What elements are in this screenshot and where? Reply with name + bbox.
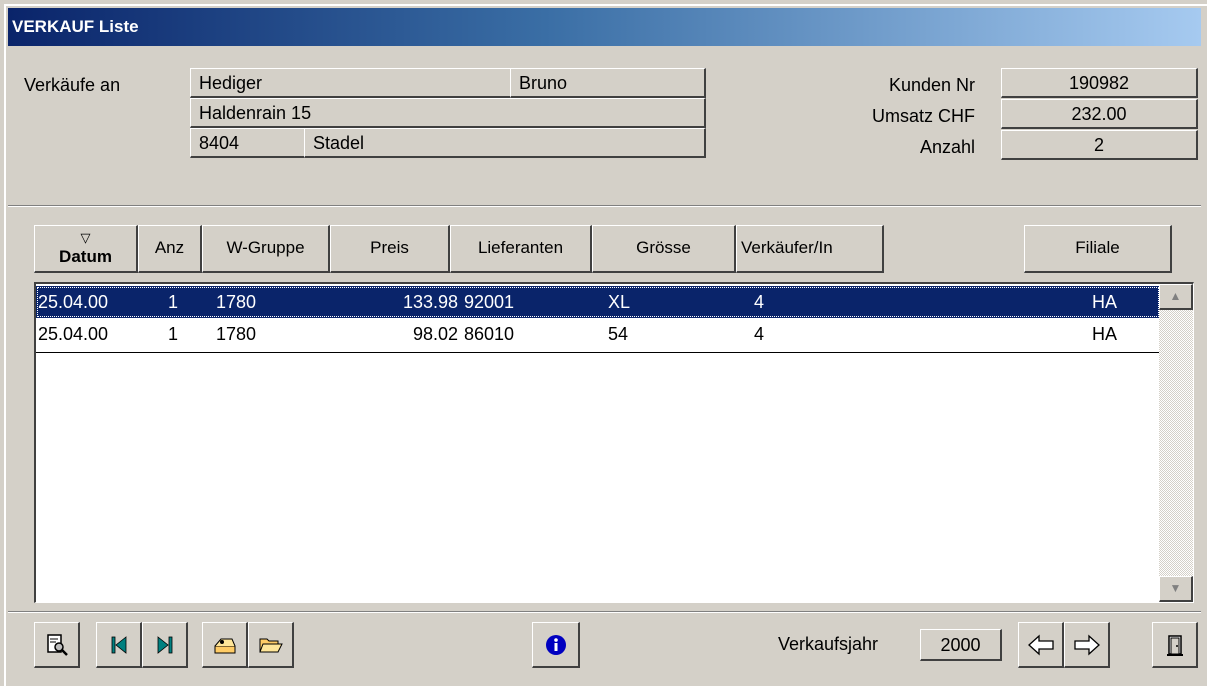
vertical-scrollbar[interactable]: ▲ ▼ — [1159, 284, 1193, 602]
prev-year-button[interactable] — [1018, 622, 1064, 668]
zip-field[interactable]: 8404 — [190, 128, 306, 158]
scroll-up-icon[interactable]: ▲ — [1159, 284, 1193, 310]
cell-filiale: HA — [1092, 324, 1118, 344]
column-header-preis[interactable]: Preis — [330, 225, 450, 273]
verkaeufe-an-label: Verkäufe an — [24, 75, 121, 95]
column-header-wgruppe[interactable]: W-Gruppe — [202, 225, 330, 273]
next-year-icon — [1073, 634, 1100, 655]
kunden-nr-field[interactable]: 190982 — [1001, 68, 1198, 98]
column-header-datum[interactable]: ▽ Datum — [34, 225, 138, 273]
column-header-lieferanten[interactable]: Lieferanten — [450, 225, 592, 273]
open-folder-icon — [258, 638, 283, 652]
city-field[interactable]: Stadel — [304, 128, 706, 158]
first-name-field[interactable]: Bruno — [510, 68, 706, 98]
cell-preis: 133.98 — [402, 292, 458, 312]
umsatz-field[interactable]: 232.00 — [1001, 99, 1198, 129]
cell-wgruppe: 1780 — [216, 324, 257, 344]
exit-button[interactable] — [1152, 622, 1198, 668]
cell-verkaeufer: 4 — [754, 292, 765, 312]
info-icon — [545, 634, 566, 655]
cell-groesse: 54 — [608, 324, 629, 344]
next-year-button[interactable] — [1064, 622, 1110, 668]
verkaufsjahr-label: Verkaufsjahr — [778, 634, 879, 654]
last-name-field[interactable]: Hediger — [190, 68, 513, 98]
cell-preis: 98.02 — [412, 324, 458, 344]
info-button[interactable] — [532, 622, 580, 668]
last-record-button[interactable] — [142, 622, 188, 668]
column-header-filiale[interactable]: Filiale — [1024, 225, 1172, 273]
first-record-icon — [111, 635, 126, 654]
anzahl-label: Anzahl — [919, 137, 975, 157]
sort-descending-icon: ▽ — [80, 230, 91, 245]
first-record-button[interactable] — [96, 622, 142, 668]
cell-lieferant: 86010 — [464, 324, 515, 344]
table-row[interactable]: 25.04.00 1 1780 98.02 86010 54 4 HA — [36, 318, 1160, 353]
window-title: VERKAUF Liste — [8, 8, 1201, 46]
edit-button[interactable] — [202, 622, 248, 668]
prev-year-icon — [1027, 634, 1054, 655]
edit-icon — [214, 638, 235, 653]
cell-anz: 1 — [168, 324, 179, 344]
kunden-nr-label: Kunden Nr — [888, 75, 975, 95]
exit-door-icon — [1166, 634, 1183, 656]
scroll-down-icon[interactable]: ▼ — [1159, 576, 1193, 602]
open-folder-button[interactable] — [248, 622, 294, 668]
footer-separator — [8, 611, 1201, 613]
cell-anz: 1 — [168, 292, 179, 312]
header-separator — [8, 205, 1201, 207]
preview-button[interactable] — [34, 622, 80, 668]
year-field[interactable]: 2000 — [920, 629, 1002, 661]
last-record-icon — [157, 635, 172, 654]
column-header-groesse[interactable]: Grösse — [592, 225, 736, 273]
preview-icon — [46, 633, 68, 656]
cell-filiale: HA — [1092, 292, 1118, 312]
cell-groesse: XL — [608, 292, 631, 312]
street-field[interactable]: Haldenrain 15 — [190, 98, 706, 128]
sales-list[interactable]: 25.04.00 1 1780 133.98 92001 XL 4 HA 25.… — [34, 282, 1194, 603]
umsatz-label: Umsatz CHF — [872, 106, 975, 126]
table-row[interactable]: 25.04.00 1 1780 133.98 92001 XL 4 HA — [36, 286, 1160, 318]
cell-datum: 25.04.00 — [38, 292, 109, 312]
cell-datum: 25.04.00 — [38, 324, 109, 344]
column-header-anz[interactable]: Anz — [138, 225, 202, 273]
column-header-verkaeufer[interactable]: Verkäufer/In — [736, 225, 884, 273]
cell-lieferant: 92001 — [464, 292, 515, 312]
cell-wgruppe: 1780 — [216, 292, 257, 312]
anzahl-field[interactable]: 2 — [1001, 130, 1198, 160]
cell-verkaeufer: 4 — [754, 324, 765, 344]
